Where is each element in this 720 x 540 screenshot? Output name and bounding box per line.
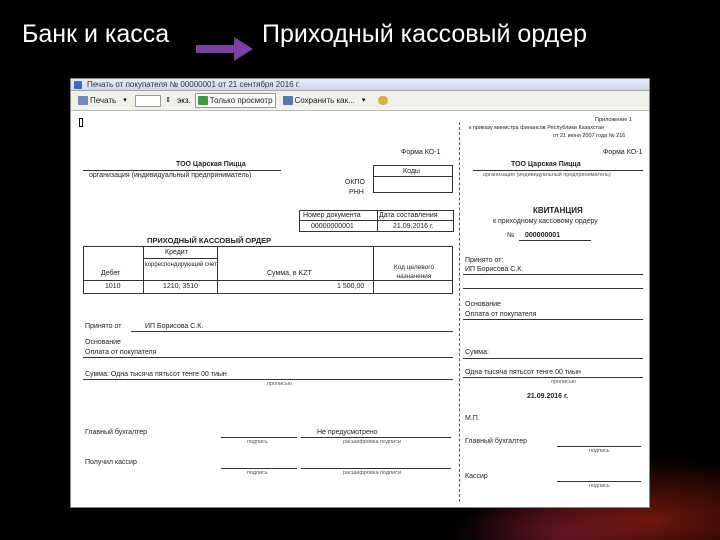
receipt-appendix-line3: от 21 июня 2007 года № 216	[553, 133, 626, 139]
slide-title-left: Банк и касса	[22, 20, 170, 48]
cashier-decode-caption: расшифровка подписи	[343, 470, 402, 476]
save-dropdown[interactable]: ▾	[362, 95, 370, 107]
receipt-sum-label: Сумма:	[465, 349, 489, 356]
received-label: Принято от	[85, 323, 122, 330]
receipt-sum-caption: прописью	[551, 379, 576, 385]
receipt-form-label: Форма КО-1	[603, 149, 643, 156]
okpo-label: ОКПО	[345, 179, 365, 186]
receipt-cashier-label: Кассир	[465, 473, 488, 480]
save-icon	[282, 96, 293, 105]
receipt-basis-value: Оплата от покупателя	[465, 311, 537, 318]
receipt-num-value: 000000001	[525, 232, 561, 239]
sum-header: Сумма, в KZT	[267, 270, 312, 277]
print-button[interactable]: Печать	[75, 93, 119, 108]
cashier-label: Получил кассир	[85, 459, 137, 466]
printer-icon	[78, 96, 88, 105]
right-arrow-icon	[196, 37, 253, 61]
copies-stepper[interactable]: ⇕	[165, 95, 173, 107]
receipt-subtitle: к приходному кассовому ордеру	[493, 218, 598, 225]
order-title: ПРИХОДНЫЙ КАССОВЫЙ ОРДЕР	[147, 236, 272, 245]
print-dropdown[interactable]: ▾	[123, 95, 131, 107]
window-title: Печать от покупателя № 00000001 от 21 се…	[87, 80, 300, 89]
rnn-label: РНН	[349, 189, 364, 196]
basis-value: Оплата от покупателя	[85, 349, 157, 356]
check-icon	[197, 96, 208, 105]
debit-header: Дебет	[101, 270, 121, 277]
text-cursor	[79, 118, 83, 127]
slide-title: Банк и касса Приходный кассовый ордер	[0, 14, 720, 61]
receipt-title: КВИТАНЦИЯ	[533, 206, 583, 215]
accountant-decode-caption: расшифровка подписи	[343, 439, 402, 445]
copies-field[interactable]	[135, 94, 162, 107]
corr-header: корреспондирующий счет	[145, 262, 217, 268]
receipt-basis-label: Основание	[465, 301, 501, 308]
debit-value: 1010	[105, 283, 121, 290]
docdate-value: 21.09.2016 г.	[393, 223, 434, 230]
print-preview-window: Печать от покупателя № 00000001 от 21 се…	[70, 78, 650, 508]
receipt-received-value: ИП Борисова С.К.	[465, 266, 524, 273]
window-titlebar: Печать от покупателя № 00000001 от 21 се…	[71, 79, 649, 91]
receipt-org-name: ТОО Царская Пицца	[511, 161, 581, 168]
receipt-sum-words: Одна тысяча пятьсот тенге 00 тиын	[465, 369, 581, 376]
document-page: Форма КО-1 ТОО Царская Пицца организация…	[71, 112, 649, 507]
receipt-received-label: Принято от:	[465, 257, 504, 264]
received-value: ИП Борисова С.К.	[145, 323, 204, 330]
order-form-label: Форма КО-1	[401, 149, 441, 156]
copies-label: экз.	[177, 96, 191, 105]
cut-line	[459, 122, 460, 502]
help-icon[interactable]	[377, 96, 388, 105]
toolbar: Печать ▾ ⇕ экз. Только просмотр Сохранит…	[71, 91, 649, 111]
receipt-mp: М.П.	[465, 415, 480, 422]
accountant-value: Не предусмотрено	[317, 429, 378, 436]
cashier-sign-caption: подпись	[247, 470, 268, 476]
receipt-cashier-sign-caption: подпись	[589, 483, 610, 489]
save-as-button[interactable]: Сохранить как...	[280, 93, 358, 108]
document-icon	[74, 81, 82, 89]
accountant-sign-caption: подпись	[247, 439, 268, 445]
docnum-value: 00000000001	[311, 223, 354, 230]
order-org-caption: организация (индивидуальный предпринимат…	[89, 172, 252, 179]
receipt-org-caption: организация (индивидуальный предпринимат…	[483, 172, 611, 178]
docnum-header: Номер документа	[303, 212, 361, 219]
receipt-date: 21.09.2016 г.	[527, 393, 569, 400]
accountant-label: Главный бухгалтер	[85, 429, 147, 436]
target-header: Код целевого назначения	[393, 264, 435, 280]
readonly-toggle[interactable]: Только просмотр	[194, 93, 276, 108]
amount-caption: прописью	[267, 381, 292, 387]
basis-label: Основание	[85, 339, 121, 346]
receipt-accountant-label: Главный бухгалтер	[465, 438, 527, 445]
slide-title-right: Приходный кассовый ордер	[262, 20, 588, 48]
order-org-name: ТОО Царская Пицца	[176, 161, 246, 168]
credit-header: Кредит	[165, 249, 188, 256]
codes-header: Коды	[403, 168, 420, 175]
docdate-header: Дата составления	[379, 212, 438, 219]
receipt-accountant-sign-caption: подпись	[589, 448, 610, 454]
corr-value: 1210, 3510	[163, 283, 199, 290]
receipt-num-label: №	[507, 232, 515, 239]
amount-words: Сумма: Одна тысяча пятьсот тенге 00 тиын	[85, 371, 227, 378]
sum-value: 1 500,00	[337, 283, 365, 290]
